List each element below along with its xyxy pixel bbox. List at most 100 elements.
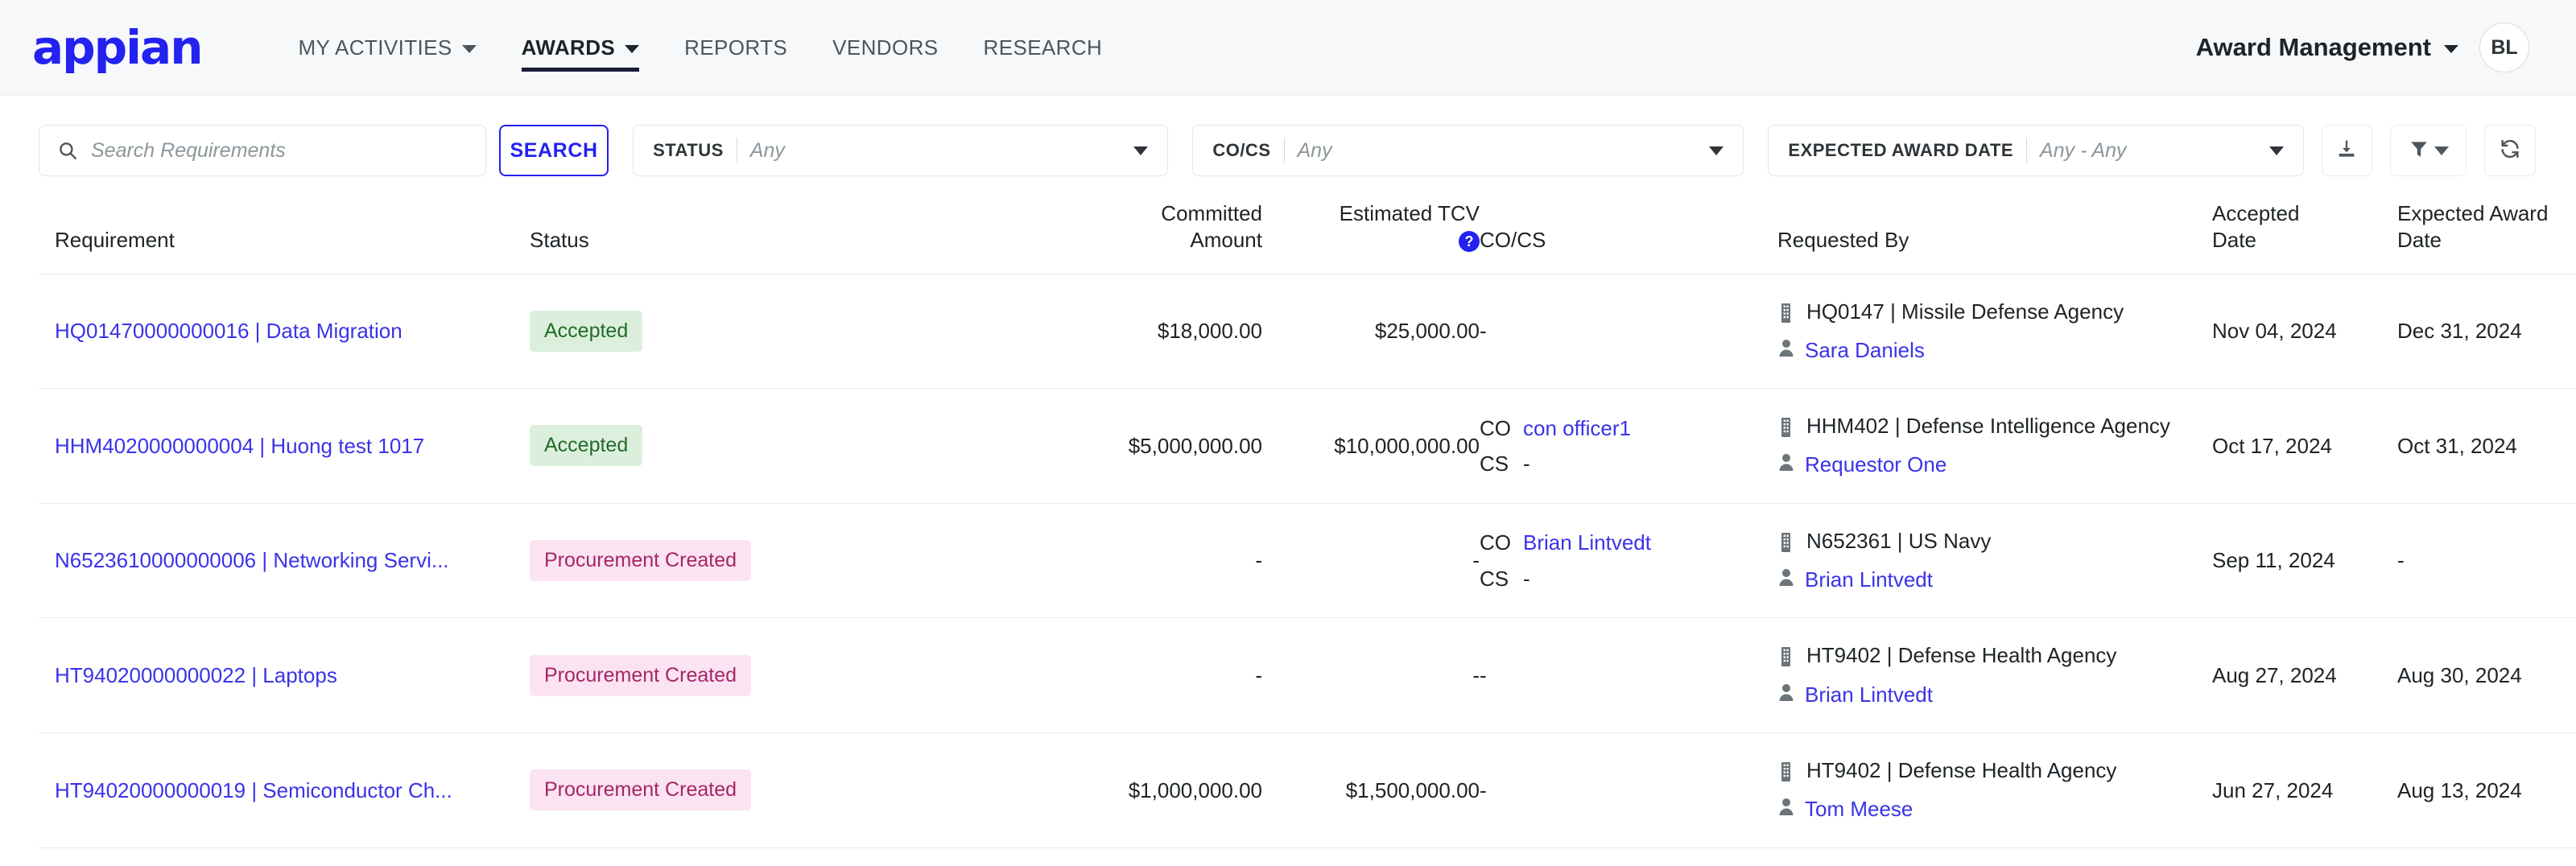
status-filter-dropdown[interactable]: STATUS Any	[633, 125, 1169, 176]
nav-item-reports[interactable]: REPORTS	[662, 0, 810, 96]
nav-item-vendors[interactable]: VENDORS	[810, 0, 960, 96]
person-link[interactable]: Brian Lintvedt	[1805, 566, 1933, 593]
cell-requirement: HQ01470000000016 | Data Migration	[39, 274, 530, 389]
column-header-cocs[interactable]: CO/CS	[1480, 200, 1777, 274]
cell-requested-by: HT9402 | Defense Health Agency Brian Lin…	[1777, 618, 2212, 733]
status-filter-label: STATUS	[653, 140, 724, 160]
table-row[interactable]: HT94020000000022 | Laptops Procurement C…	[39, 618, 2576, 733]
nav-label-reports: REPORTS	[684, 35, 788, 60]
requested-by-person: Requestor One	[1777, 451, 2212, 478]
download-icon	[2335, 138, 2358, 164]
cs-value: -	[1523, 451, 1530, 476]
active-tab-underline	[521, 67, 640, 72]
search-input[interactable]	[91, 138, 469, 163]
person-link[interactable]: Requestor One	[1805, 451, 1946, 478]
cell-requested-by: N652361 | US Navy Brian Lintvedt	[1777, 503, 2212, 618]
column-header-requirement[interactable]: Requirement	[39, 200, 530, 274]
cell-requested-by: HHM402 | Defense Intelligence Agency Req…	[1777, 389, 2212, 504]
org-name: HHM402 | Defense Intelligence Agency	[1806, 414, 2170, 439]
search-icon	[57, 140, 78, 161]
column-header-requested-by[interactable]: Requested By	[1777, 200, 2212, 274]
nav-item-awards[interactable]: AWARDS	[499, 0, 663, 96]
cocs-group: CO con officer1 CS -	[1480, 414, 1777, 478]
column-header-expected-award-date[interactable]: Expected Award Date	[2397, 200, 2576, 274]
requested-by-org: HT9402 | Defense Health Agency	[1777, 757, 2212, 789]
table-row[interactable]: HQ01470000000016 | Data Migration Accept…	[39, 274, 2576, 389]
requirement-link[interactable]: HHM4020000000004 | Huong test 1017	[55, 432, 530, 460]
cell-committed-amount: $18,000.00	[1157, 319, 1262, 344]
divider	[1283, 138, 1285, 163]
nav-item-my-activities[interactable]: MY ACTIVITIES	[275, 0, 498, 96]
table-header-row: Requirement Status Committed Amount Esti…	[39, 200, 2576, 274]
requirement-link[interactable]: N6523610000000006 | Networking Servi...	[55, 546, 530, 574]
requested-by-person: Brian Lintvedt	[1777, 681, 2212, 708]
column-label-accepted-1: Accepted	[2212, 201, 2300, 225]
person-icon	[1777, 451, 1795, 478]
expected-award-date-filter-dropdown[interactable]: EXPECTED AWARD DATE Any - Any	[1768, 125, 2304, 176]
cell-estimated-tcv: -	[1472, 663, 1480, 688]
table-header: Requirement Status Committed Amount Esti…	[39, 200, 2576, 274]
top-bar-right-group: Award Management BL	[2196, 23, 2529, 72]
cell-estimated-tcv: -	[1472, 548, 1480, 573]
filter-button[interactable]	[2390, 125, 2467, 176]
building-icon	[1777, 642, 1797, 674]
chevron-down-icon	[1709, 146, 1724, 155]
cell-committed-amount: -	[1255, 663, 1262, 688]
app-title-menu[interactable]: Award Management	[2196, 33, 2458, 62]
refresh-button[interactable]	[2484, 125, 2536, 176]
status-badge: Procurement Created	[530, 769, 752, 811]
column-label-accepted-2: Date	[2212, 228, 2256, 253]
co-label: CO	[1480, 530, 1511, 555]
cell-estimated-tcv: $1,500,000.00	[1345, 777, 1480, 802]
column-label-expected-1: Expected Award	[2397, 201, 2549, 225]
column-header-committed-amount[interactable]: Committed Amount	[1021, 200, 1262, 274]
table-row[interactable]: N6523610000000006 | Networking Servi... …	[39, 503, 2576, 618]
status-badge: Accepted	[530, 310, 643, 352]
person-link[interactable]: Brian Lintvedt	[1805, 681, 1933, 708]
column-header-accepted-date[interactable]: Accepted Date	[2212, 200, 2397, 274]
person-icon	[1777, 566, 1795, 593]
search-box[interactable]	[39, 125, 487, 176]
cell-accepted-date: Aug 27, 2024	[2212, 663, 2337, 688]
requested-by-org: N652361 | US Navy	[1777, 528, 2212, 559]
person-icon	[1777, 681, 1795, 708]
building-icon	[1777, 757, 1797, 789]
requested-by-person: Brian Lintvedt	[1777, 566, 2212, 593]
cell-requested-by: HQ0147 | Missile Defense Agency Sara Dan…	[1777, 274, 2212, 389]
cocs-filter-dropdown[interactable]: CO/CS Any	[1192, 125, 1744, 176]
table-row[interactable]: HT94020000000019 | Semiconductor Ch... P…	[39, 733, 2576, 848]
requirement-link[interactable]: HQ01470000000016 | Data Migration	[55, 317, 530, 344]
co-label: CO	[1480, 415, 1511, 440]
expected-award-date-filter-value: Any - Any	[2040, 138, 2127, 162]
cs-label: CS	[1480, 451, 1509, 476]
search-button[interactable]: SEARCH	[499, 125, 609, 176]
cs-label: CS	[1480, 566, 1509, 591]
help-icon[interactable]: ?	[1459, 231, 1480, 253]
requirement-link[interactable]: HT94020000000022 | Laptops	[55, 662, 530, 689]
cocs-value: -	[1480, 777, 1487, 802]
person-link[interactable]: Sara Daniels	[1805, 336, 1925, 364]
requested-by-org: HHM402 | Defense Intelligence Agency	[1777, 413, 2212, 444]
appian-logo[interactable]: appian	[32, 24, 203, 71]
person-link[interactable]: Tom Meese	[1805, 795, 1913, 823]
cell-accepted-date: Oct 17, 2024	[2212, 433, 2332, 458]
download-button[interactable]	[2321, 125, 2373, 176]
column-label-requested-by: Requested By	[1777, 228, 1909, 253]
requirement-link[interactable]: HT94020000000019 | Semiconductor Ch...	[55, 777, 530, 804]
cell-requirement: HHM4020000000004 | Huong test 1017	[39, 389, 530, 504]
filter-toolbar: SEARCH STATUS Any CO/CS Any EXPECTED AWA…	[0, 96, 2576, 200]
column-header-status[interactable]: Status	[530, 200, 1021, 274]
column-label-committed-1: Committed	[1161, 201, 1262, 225]
cell-committed-amount: $5,000,000.00	[1128, 433, 1262, 458]
nav-label-research: RESEARCH	[983, 35, 1103, 60]
requested-by-person: Sara Daniels	[1777, 336, 2212, 364]
table-body: HQ01470000000016 | Data Migration Accept…	[39, 274, 2576, 848]
table-row[interactable]: HHM4020000000004 | Huong test 1017 Accep…	[39, 389, 2576, 504]
nav-item-research[interactable]: RESEARCH	[961, 0, 1125, 96]
app-title-label: Award Management	[2195, 33, 2431, 61]
avatar[interactable]: BL	[2479, 23, 2529, 72]
co-person-link[interactable]: Brian Lintvedt	[1523, 529, 1777, 556]
column-label-committed-2: Amount	[1190, 228, 1262, 253]
co-person-link[interactable]: con officer1	[1523, 414, 1777, 442]
column-header-estimated-tcv[interactable]: Estimated TCV ?	[1262, 200, 1480, 274]
